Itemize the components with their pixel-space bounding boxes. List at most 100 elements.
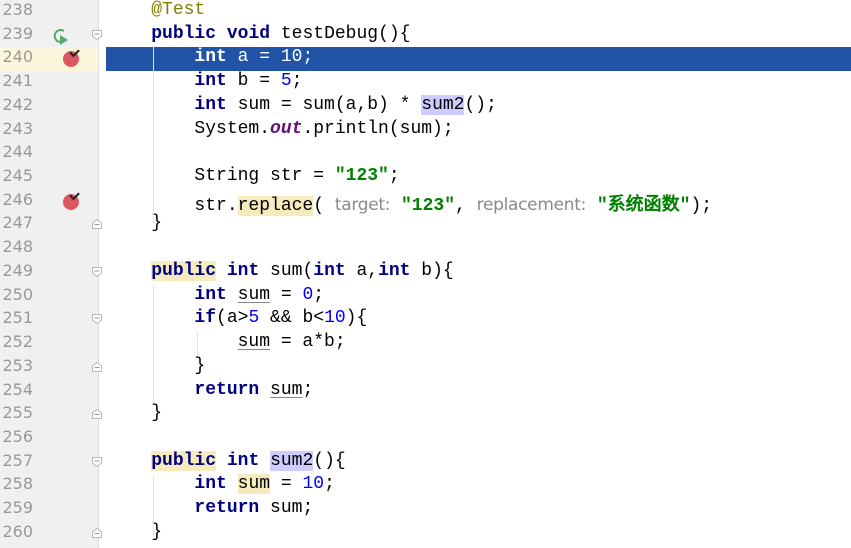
line-number[interactable]: 247 bbox=[0, 213, 33, 232]
code-editor[interactable]: 238 @Test 239 public void testDebug(){240… bbox=[0, 0, 851, 546]
code-text[interactable]: int sum = 10; bbox=[108, 474, 851, 498]
indent-guide bbox=[153, 47, 154, 224]
code-text[interactable]: sum = a*b; bbox=[108, 332, 851, 356]
code-line[interactable]: 260 } bbox=[0, 522, 851, 546]
code-token: ; bbox=[302, 379, 314, 400]
line-number[interactable]: 252 bbox=[0, 332, 33, 351]
line-number[interactable]: 254 bbox=[0, 380, 33, 399]
code-token: 10 bbox=[302, 474, 325, 495]
code-line[interactable]: 252 sum = a*b; bbox=[0, 332, 851, 356]
code-token: public bbox=[151, 23, 217, 44]
line-number[interactable]: 259 bbox=[0, 498, 33, 517]
code-text[interactable]: int b = 5; bbox=[108, 71, 851, 95]
breakpoint-verified-icon[interactable] bbox=[63, 193, 79, 210]
code-token: = bbox=[270, 284, 303, 305]
line-number[interactable]: 251 bbox=[0, 308, 33, 327]
code-token: ){ bbox=[345, 308, 368, 329]
code-line[interactable]: 244 bbox=[0, 142, 851, 166]
line-number[interactable]: 248 bbox=[0, 237, 33, 256]
line-number[interactable]: 240 bbox=[0, 47, 33, 66]
code-text[interactable]: public void testDebug(){ bbox=[108, 24, 851, 48]
line-number[interactable]: 258 bbox=[0, 474, 33, 493]
code-text[interactable]: int sum = sum(a,b) * sum2(); bbox=[108, 94, 851, 119]
line-number[interactable]: 260 bbox=[0, 522, 33, 541]
code-line[interactable]: 241 int b = 5; bbox=[0, 71, 851, 95]
code-text[interactable]: System.out.println(sum); bbox=[108, 119, 851, 143]
fold-open-icon[interactable] bbox=[92, 266, 102, 277]
code-line[interactable]: 239 public void testDebug(){ bbox=[0, 24, 851, 48]
line-number[interactable]: 245 bbox=[0, 166, 33, 185]
line-number[interactable]: 250 bbox=[0, 285, 33, 304]
code-text[interactable]: int a = 10; bbox=[108, 47, 851, 71]
code-line[interactable]: 250 int sum = 0; bbox=[0, 285, 851, 309]
code-text[interactable] bbox=[108, 427, 851, 451]
line-number[interactable]: 256 bbox=[0, 427, 33, 446]
code-token: @Test bbox=[151, 0, 206, 20]
fold-close-icon[interactable] bbox=[92, 527, 102, 538]
code-token: "123" bbox=[334, 166, 389, 187]
fold-open-icon[interactable] bbox=[92, 29, 102, 40]
code-text[interactable] bbox=[108, 237, 851, 261]
code-line[interactable]: 245 String str = "123"; bbox=[0, 166, 851, 190]
code-text[interactable]: str.replace( target: "123", replacement:… bbox=[108, 190, 851, 216]
line-number[interactable]: 241 bbox=[0, 71, 33, 90]
line-number[interactable]: 244 bbox=[0, 142, 33, 161]
code-text[interactable]: } bbox=[108, 213, 851, 237]
code-text[interactable] bbox=[108, 142, 851, 166]
code-token: = bbox=[270, 474, 303, 495]
code-text[interactable]: } bbox=[108, 403, 851, 427]
code-line[interactable]: 242 int sum = sum(a,b) * sum2(); bbox=[0, 94, 851, 119]
code-line[interactable]: 247 } bbox=[0, 213, 851, 237]
code-token: b){ bbox=[410, 260, 454, 281]
line-number[interactable]: 249 bbox=[0, 261, 33, 280]
run-test-icon[interactable] bbox=[51, 27, 69, 45]
code-line[interactable]: 257 public int sum2(){ bbox=[0, 450, 851, 475]
code-token: out bbox=[270, 118, 303, 139]
code-text[interactable]: if(a>5 && b<10){ bbox=[108, 308, 851, 332]
code-text[interactable]: public int sum2(){ bbox=[108, 450, 851, 475]
code-text[interactable]: public int sum(int a,int b){ bbox=[108, 260, 851, 285]
code-line[interactable]: 249 public int sum(int a,int b){ bbox=[0, 260, 851, 285]
fold-close-icon[interactable] bbox=[92, 219, 102, 230]
code-text[interactable]: int sum = 0; bbox=[108, 285, 851, 309]
code-line[interactable]: 256 bbox=[0, 427, 851, 451]
line-number[interactable]: 238 bbox=[0, 0, 33, 19]
fold-close-icon[interactable] bbox=[92, 409, 102, 420]
line-number[interactable]: 246 bbox=[0, 190, 33, 209]
code-line[interactable]: 259 return sum; bbox=[0, 498, 851, 522]
line-number[interactable]: 255 bbox=[0, 403, 33, 422]
code-text[interactable]: } bbox=[108, 522, 851, 546]
code-text[interactable]: } bbox=[108, 356, 851, 380]
code-token: ; bbox=[313, 284, 325, 305]
code-line[interactable]: 255 } bbox=[0, 403, 851, 427]
code-line[interactable]: 240 int a = 10; bbox=[0, 47, 851, 72]
code-text[interactable]: return sum; bbox=[108, 380, 851, 404]
code-token: .println(sum); bbox=[302, 118, 454, 139]
code-token: public bbox=[151, 260, 217, 281]
code-line[interactable]: 254 return sum; bbox=[0, 380, 851, 404]
line-number[interactable]: 239 bbox=[0, 24, 33, 43]
code-token: return bbox=[194, 379, 260, 400]
code-line[interactable]: 246 str.replace( target: "123", replacem… bbox=[0, 190, 851, 216]
fold-open-icon[interactable] bbox=[92, 456, 102, 467]
code-line[interactable]: 238 @Test bbox=[0, 0, 851, 24]
code-token: int bbox=[313, 260, 346, 281]
code-line[interactable]: 248 bbox=[0, 237, 851, 261]
code-text[interactable]: return sum; bbox=[108, 498, 851, 522]
code-line[interactable]: 258 int sum = 10; bbox=[0, 474, 851, 498]
code-line[interactable]: 243 System.out.println(sum); bbox=[0, 119, 851, 143]
code-text[interactable]: String str = "123"; bbox=[108, 166, 851, 190]
line-number[interactable]: 253 bbox=[0, 356, 33, 375]
line-number[interactable]: 242 bbox=[0, 95, 33, 114]
code-line[interactable]: 251 if(a>5 && b<10){ bbox=[0, 308, 851, 332]
line-number[interactable]: 257 bbox=[0, 451, 33, 470]
code-line[interactable]: 253 } bbox=[0, 356, 851, 380]
fold-open-icon[interactable] bbox=[92, 314, 102, 325]
code-text[interactable]: @Test bbox=[108, 0, 851, 24]
line-number[interactable]: 243 bbox=[0, 119, 33, 138]
fold-close-icon[interactable] bbox=[92, 361, 102, 372]
